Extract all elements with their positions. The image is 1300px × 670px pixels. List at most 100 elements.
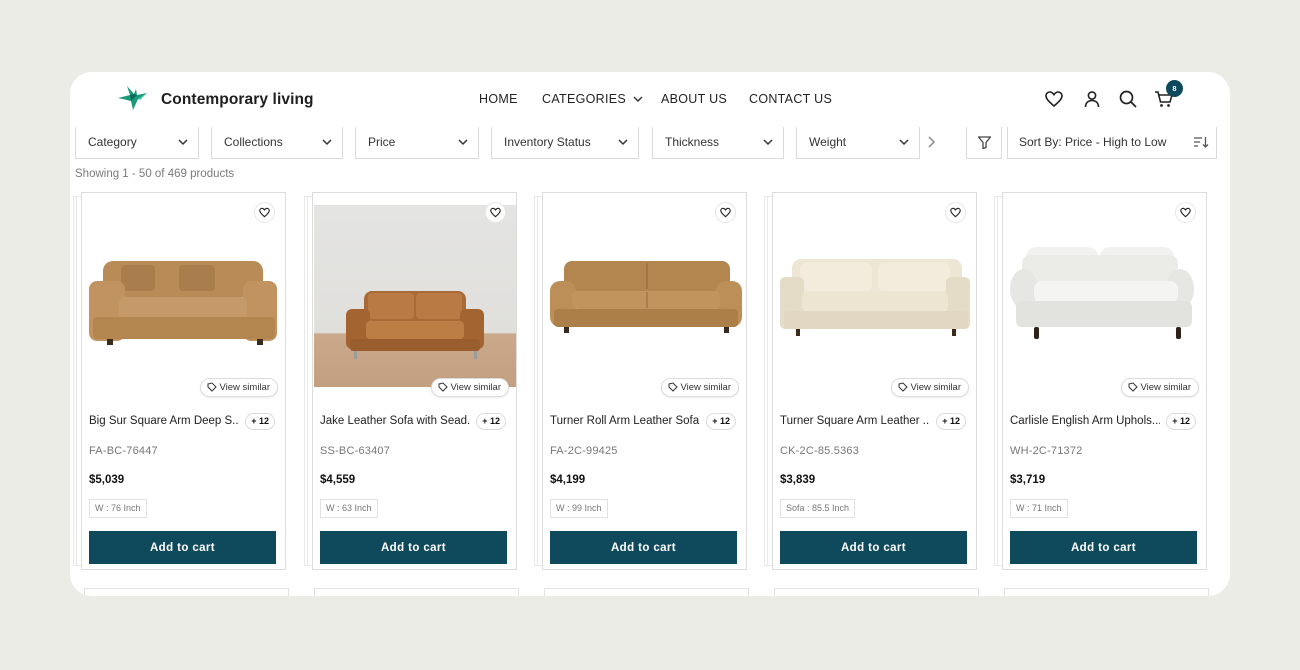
dimension-tag: W : 71 Inch — [1010, 499, 1068, 518]
wishlist-button[interactable] — [945, 202, 966, 223]
view-similar-label: View similar — [680, 382, 731, 393]
product-name[interactable]: Jake Leather Sofa with Sead... — [320, 415, 470, 427]
sofa-illustration — [346, 291, 484, 359]
variants-badge[interactable]: + 12 — [476, 413, 506, 430]
product-card-partial — [314, 588, 519, 596]
view-similar-button[interactable]: View similar — [1121, 378, 1199, 397]
add-to-cart-button[interactable]: Add to cart — [780, 531, 967, 564]
filter-weight[interactable]: Weight — [796, 127, 920, 159]
product-name[interactable]: Turner Square Arm Leather ... — [780, 415, 930, 427]
product-price: $3,839 — [780, 474, 816, 486]
product-name[interactable]: Turner Roll Arm Leather Sofa — [550, 415, 700, 427]
product-image[interactable] — [83, 205, 285, 387]
product-card-wrapper: View similar Jake Leather Sofa with Sead… — [304, 192, 518, 572]
add-to-cart-button[interactable]: Add to cart — [320, 531, 507, 564]
sort-icon — [1194, 137, 1209, 148]
heart-icon — [950, 207, 961, 218]
view-similar-button[interactable]: View similar — [200, 378, 278, 397]
variants-badge[interactable]: + 12 — [1166, 413, 1196, 430]
filter-category[interactable]: Category — [75, 127, 199, 159]
wishlist-button[interactable] — [485, 202, 506, 223]
add-to-cart-button[interactable]: Add to cart — [550, 531, 737, 564]
product-card[interactable]: View similar Big Sur Square Arm Deep S..… — [81, 192, 286, 570]
product-name[interactable]: Big Sur Square Arm Deep S... — [89, 415, 239, 427]
view-similar-label: View similar — [910, 382, 961, 393]
add-to-cart-button[interactable]: Add to cart — [89, 531, 276, 564]
product-name[interactable]: Carlisle English Arm Uphols... — [1010, 415, 1160, 427]
nav-categories[interactable]: CATEGORIES — [542, 92, 643, 106]
view-similar-button[interactable]: View similar — [661, 378, 739, 397]
product-image[interactable] — [314, 205, 516, 387]
product-card-wrapper: View similar Turner Square Arm Leather .… — [764, 192, 978, 572]
variants-badge[interactable]: + 12 — [936, 413, 966, 430]
view-similar-button[interactable]: View similar — [891, 378, 969, 397]
filter-price[interactable]: Price — [355, 127, 479, 159]
product-sku: CK-2C-85.5363 — [780, 445, 860, 457]
product-card[interactable]: View similar Jake Leather Sofa with Sead… — [312, 192, 517, 570]
product-image[interactable] — [1004, 205, 1206, 387]
wishlist-button[interactable] — [254, 202, 275, 223]
heart-icon — [259, 207, 270, 218]
nav-categories-label: CATEGORIES — [542, 92, 627, 106]
hummingbird-logo[interactable] — [116, 84, 148, 114]
variants-badge[interactable]: + 12 — [706, 413, 736, 430]
product-sku: FA-BC-76447 — [89, 445, 158, 457]
app-window: Contemporary living HOME CATEGORIES ABOU… — [70, 72, 1230, 596]
sort-dropdown[interactable]: Sort By: Price - High to Low — [1007, 127, 1217, 159]
chevron-down-icon — [322, 139, 332, 146]
chevron-down-icon — [178, 139, 188, 146]
product-card-wrapper: View similar Turner Roll Arm Leather Sof… — [534, 192, 748, 572]
product-card-partial — [84, 588, 289, 596]
sofa-illustration — [89, 261, 277, 345]
search-icon[interactable] — [1117, 88, 1139, 110]
chevron-down-icon — [763, 139, 773, 146]
product-card[interactable]: View similar Turner Roll Arm Leather Sof… — [542, 192, 747, 570]
filter-category-label: Category — [88, 135, 137, 149]
dimension-tag: Sofa : 85.5 Inch — [780, 499, 856, 518]
dimension-tag: W : 63 Inch — [320, 499, 378, 518]
cart-count-badge: 8 — [1166, 80, 1183, 97]
filter-collections[interactable]: Collections — [211, 127, 343, 159]
funnel-icon — [977, 136, 992, 150]
tag-icon — [668, 382, 679, 392]
product-card-partial — [1004, 588, 1209, 596]
filter-thickness-label: Thickness — [665, 135, 720, 149]
tag-icon — [898, 382, 909, 392]
filter-thickness[interactable]: Thickness — [652, 127, 784, 159]
nav-home[interactable]: HOME — [479, 92, 518, 106]
nav-about[interactable]: ABOUT US — [661, 92, 727, 106]
chevron-down-icon — [899, 139, 909, 146]
chevron-right-icon[interactable] — [923, 134, 939, 150]
tag-icon — [438, 382, 449, 392]
brand-name[interactable]: Contemporary living — [161, 91, 314, 109]
wishlist-button[interactable] — [1175, 202, 1196, 223]
product-price: $4,199 — [550, 474, 586, 486]
wishlist-button[interactable] — [715, 202, 736, 223]
add-to-cart-button[interactable]: Add to cart — [1010, 531, 1197, 564]
product-card-wrapper: View similar Carlisle English Arm Uphols… — [994, 192, 1208, 572]
filter-price-label: Price — [368, 135, 396, 149]
chevron-down-icon — [618, 139, 628, 146]
nav-contact[interactable]: CONTACT US — [749, 92, 832, 106]
product-card[interactable]: View similar Turner Square Arm Leather .… — [772, 192, 977, 570]
filter-weight-label: Weight — [809, 135, 847, 149]
product-price: $3,719 — [1010, 474, 1046, 486]
product-sku: SS-BC-63407 — [320, 445, 391, 457]
product-card-partial — [544, 588, 749, 596]
filter-toggle-button[interactable] — [966, 127, 1002, 159]
heart-icon[interactable] — [1043, 88, 1065, 110]
product-image[interactable] — [544, 205, 746, 387]
filter-inventory-status[interactable]: Inventory Status — [491, 127, 639, 159]
product-card[interactable]: View similar Carlisle English Arm Uphols… — [1002, 192, 1207, 570]
view-similar-button[interactable]: View similar — [431, 378, 509, 397]
sofa-illustration — [780, 259, 970, 336]
dimension-tag: W : 99 Inch — [550, 499, 608, 518]
variants-badge[interactable]: + 12 — [245, 413, 275, 430]
user-icon[interactable] — [1081, 88, 1103, 110]
results-count: Showing 1 - 50 of 469 products — [75, 168, 235, 180]
sofa-illustration — [1010, 247, 1194, 339]
view-similar-label: View similar — [219, 382, 270, 393]
dimension-tag: W : 76 Inch — [89, 499, 147, 518]
chevron-down-icon — [633, 96, 643, 103]
product-image[interactable] — [774, 205, 976, 387]
